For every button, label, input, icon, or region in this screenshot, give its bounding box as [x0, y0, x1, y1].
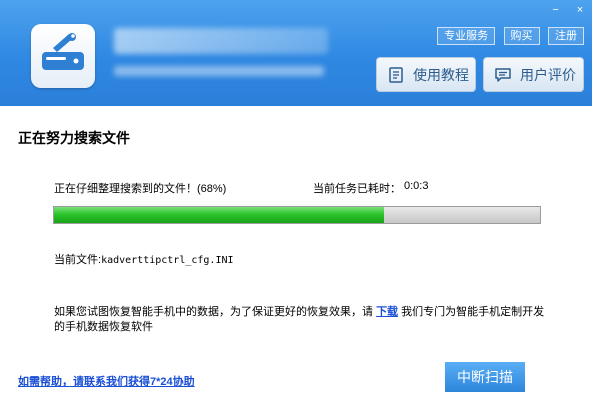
current-file-name: kadverttipctrl_cfg.INI	[101, 255, 234, 266]
register-link[interactable]: 注册	[548, 27, 584, 45]
download-link[interactable]: 下载	[376, 306, 398, 318]
current-file-label: 当前文件:	[54, 254, 102, 266]
drive-wrench-logo-icon	[31, 24, 95, 88]
top-links: 专业服务 购买 注册	[433, 26, 584, 45]
user-review-button[interactable]: 用户评价	[483, 57, 584, 92]
tutorial-button-label: 使用教程	[413, 66, 469, 83]
pro-service-link[interactable]: 专业服务	[437, 27, 496, 45]
stop-scan-button[interactable]: 中断扫描	[445, 362, 525, 392]
page-title: 正在努力搜索文件	[18, 130, 130, 146]
window-controls: − ×	[544, 0, 588, 16]
book-icon	[389, 66, 403, 83]
close-button[interactable]: ×	[572, 4, 588, 16]
help-contact-link[interactable]: 如需帮助，请联系我们获得7*24协助	[18, 373, 195, 389]
app-window: − × 专业服务 购买 注册 使用教程 用户评价 正在努力搜索文件 正在仔细整理…	[0, 0, 592, 407]
app-subtitle-obscured	[114, 66, 324, 76]
header-bar: − × 专业服务 购买 注册 使用教程 用户评价	[0, 0, 592, 106]
scan-panel: 正在努力搜索文件 正在仔细整理搜索到的文件！(68%) 当前任务已耗时： 0:0…	[0, 106, 592, 407]
smartphone-recovery-note: 如果您试图恢复智能手机中的数据，为了保证更好的恢复效果，请 下载 我们专门为智能…	[54, 305, 554, 335]
scan-progress-bar	[53, 206, 541, 224]
status-text: 正在仔细整理搜索到的文件！(68%)	[54, 183, 227, 195]
minimize-button[interactable]: −	[548, 4, 564, 16]
elapsed-time-value: 0:0:3	[404, 180, 429, 192]
current-file-line: 当前文件:kadverttipctrl_cfg.INI	[54, 251, 234, 267]
tutorial-button[interactable]: 使用教程	[376, 57, 476, 92]
note-text-before: 如果您试图恢复智能手机中的数据，为了保证更好的恢复效果，请	[54, 306, 373, 318]
user-review-button-label: 用户评价	[520, 66, 576, 83]
chat-icon	[495, 67, 511, 82]
app-title-obscured	[114, 28, 328, 54]
buy-link[interactable]: 购买	[503, 27, 540, 45]
scan-progress-fill	[54, 207, 385, 223]
elapsed-time-label: 当前任务已耗时：	[313, 183, 401, 195]
